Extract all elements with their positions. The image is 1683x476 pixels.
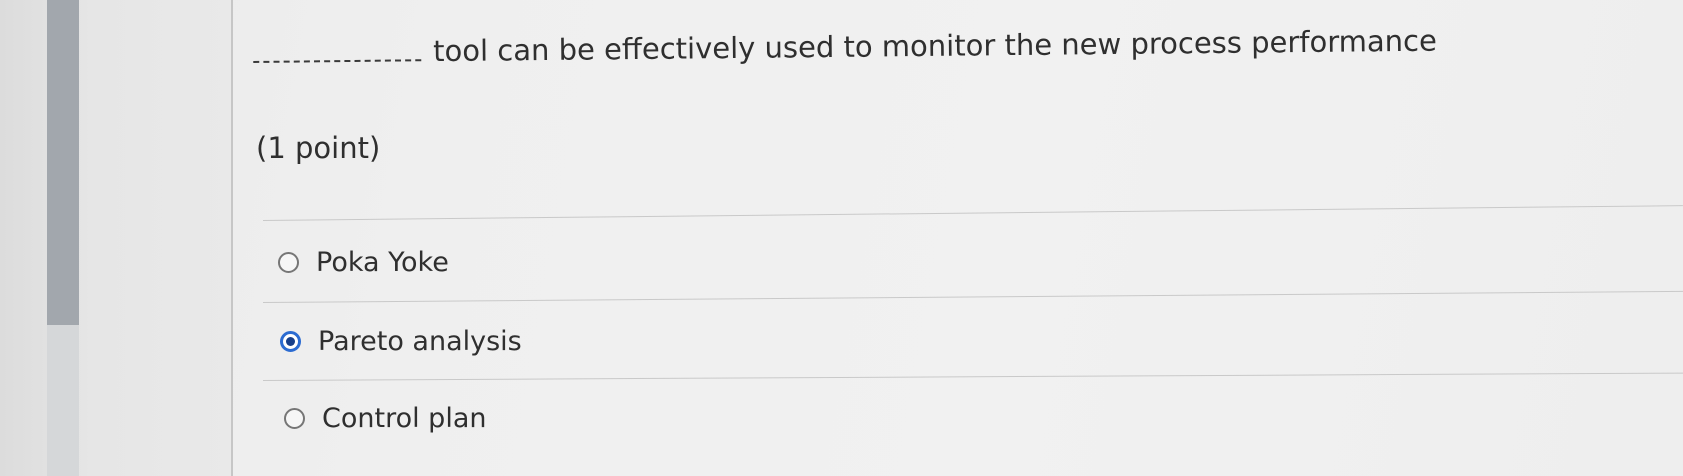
question-body: tool can be effectively used to monitor … [432,23,1438,69]
answer-blank [253,45,422,63]
option-label: Control plan [322,403,487,434]
points-label: (1 point) [256,131,381,165]
left-scroll-bar[interactable] [47,0,79,325]
option-pareto-analysis[interactable]: Pareto analysis [280,326,522,357]
divider [262,372,1683,381]
divider-top [262,205,1683,221]
divider [262,290,1683,303]
option-label: Pareto analysis [318,326,522,357]
question-text: tool can be effectively used to monitor … [253,24,1437,70]
screen: tool can be effectively used to monitor … [0,0,1683,476]
option-poka-yoke[interactable]: Poka Yoke [278,247,449,278]
radio-button[interactable] [284,408,305,429]
option-label: Poka Yoke [316,247,449,278]
option-control-plan[interactable]: Control plan [284,403,486,434]
left-gutter [0,0,232,476]
question-panel: tool can be effectively used to monitor … [233,0,1683,476]
radio-button[interactable] [278,252,299,273]
left-bar-track [47,325,79,476]
radio-button-selected[interactable] [280,331,301,352]
